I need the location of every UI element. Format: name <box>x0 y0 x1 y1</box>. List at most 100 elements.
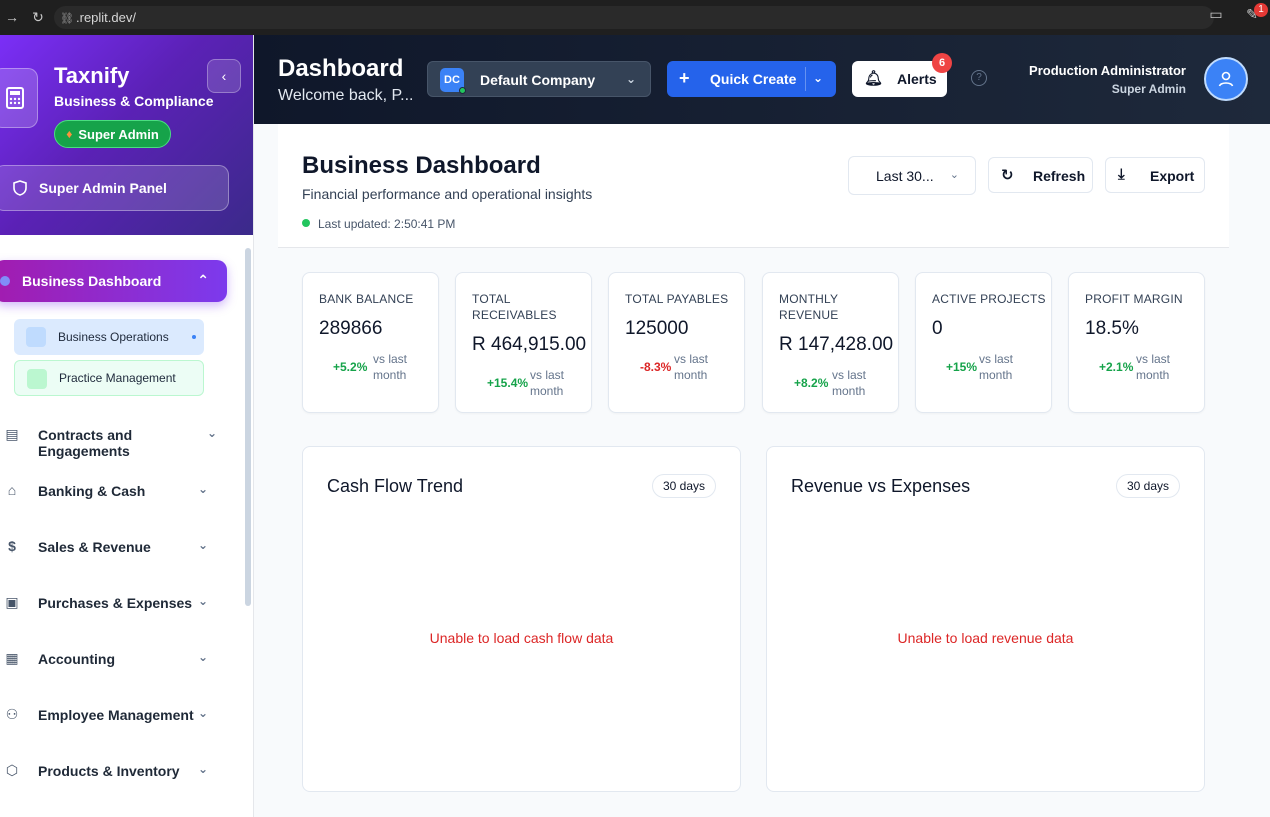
stat-change: -8.3% <box>640 360 672 374</box>
box-icon: ⬡ <box>5 762 19 778</box>
period-badge: 30 days <box>651 474 716 498</box>
sidebar-subitem-label: Business Operations <box>58 330 169 344</box>
sidebar-item-label: Employee Management <box>38 707 194 723</box>
date-range-select[interactable]: Last 30... ⌄ <box>848 156 976 195</box>
user-avatar[interactable] <box>1204 57 1248 101</box>
stat-value: 125000 <box>625 318 689 339</box>
collapse-sidebar-button[interactable]: ‹ <box>207 59 241 93</box>
online-status-dot <box>459 87 466 94</box>
quick-create-label: Quick Create <box>710 71 797 87</box>
stat-title: BANK BALANCE <box>319 292 414 306</box>
alerts-label: Alerts <box>897 71 937 87</box>
dashboard-title: Business Dashboard <box>302 152 541 179</box>
url-text: .replit.dev/ <box>76 10 136 25</box>
alerts-button[interactable]: 🔔︎ Alerts 6 <box>852 53 952 97</box>
sidebar-item-label: Products & Inventory <box>38 763 180 779</box>
stat-card-monthly-revenue[interactable]: MONTHLY REVENUE R 147,428.00 +8.2% vs la… <box>762 272 899 413</box>
stat-title: TOTAL PAYABLES <box>625 292 729 306</box>
chevron-up-icon: ⌃ <box>197 272 209 288</box>
cast-icon[interactable]: ▭ <box>1204 6 1228 23</box>
brand-tagline: Business & Compliance <box>54 93 214 109</box>
stat-change: +8.2% <box>794 376 829 390</box>
address-bar[interactable]: ⛓ .replit.dev/ <box>54 6 1214 29</box>
sidebar-subitem-practice-management[interactable]: Practice Management <box>14 360 204 396</box>
sidebar-item-employees[interactable]: ⚇ Employee Management ⌄ <box>0 695 225 735</box>
sidebar-header: Taxnify Business & Compliance ‹ ♦ Super … <box>0 35 253 235</box>
chevron-down-icon[interactable]: ⌄ <box>813 71 823 85</box>
help-icon[interactable]: ? <box>971 70 987 86</box>
cash-flow-panel: Cash Flow Trend 30 days Unable to load c… <box>302 446 741 792</box>
sidebar-item-accounting[interactable]: ▦ Accounting ⌄ <box>0 639 225 679</box>
dashboard-dot-icon <box>0 276 10 286</box>
stat-card-total-payables[interactable]: TOTAL PAYABLES 125000 -8.3% vs last mont… <box>608 272 745 413</box>
sidebar-item-banking[interactable]: ⌂ Banking & Cash ⌄ <box>0 471 225 511</box>
super-admin-panel-button[interactable]: Super Admin Panel <box>0 165 229 211</box>
stat-compare: vs last month <box>979 352 1014 382</box>
site-info-icon[interactable]: ⛓ <box>60 12 74 25</box>
sidebar-item-label: Banking & Cash <box>38 483 146 499</box>
status-dot <box>302 219 310 227</box>
stat-card-bank-balance[interactable]: BANK BALANCE 289866 +5.2% vs last month <box>302 272 439 413</box>
revenue-expenses-panel: Revenue vs Expenses 30 days Unable to lo… <box>766 446 1205 792</box>
welcome-text: Welcome back, P... <box>278 87 414 104</box>
refresh-icon: ↻ <box>1001 167 1014 184</box>
chevron-down-icon: ⌄ <box>198 482 209 496</box>
brand-name: Taxnify <box>54 63 130 88</box>
sidebar-item-sales[interactable]: $ Sales & Revenue ⌄ <box>0 527 225 567</box>
sidebar-scrollbar[interactable] <box>245 248 251 606</box>
chevron-down-icon: ⌄ <box>198 594 209 608</box>
stat-card-total-receivables[interactable]: TOTAL RECEIVABLES R 464,915.00 +15.4% vs… <box>455 272 592 413</box>
sidebar-item-products[interactable]: ⬡ Products & Inventory ⌄ <box>0 751 225 791</box>
last-updated: Last updated: 2:50:41 PM <box>318 217 456 231</box>
role-badge-label: Super Admin <box>78 126 159 142</box>
chevron-left-icon: ‹ <box>221 68 227 84</box>
stat-card-active-projects[interactable]: ACTIVE PROJECTS 0 +15% vs last month <box>915 272 1052 413</box>
receipt-icon: ▣ <box>5 594 19 610</box>
reload-icon[interactable]: ↻ <box>26 9 50 26</box>
error-message: Unable to load revenue data <box>897 630 1074 646</box>
stat-change: +5.2% <box>333 360 368 374</box>
document-icon: ▤ <box>5 426 19 442</box>
chevron-down-icon: ⌄ <box>198 650 209 664</box>
sidebar-item-label: Contracts and Engagements <box>38 427 133 459</box>
sidebar-item-label: Sales & Revenue <box>38 539 151 555</box>
shield-icon <box>13 180 27 196</box>
stat-compare: vs last month <box>1136 352 1171 382</box>
user-role: Super Admin <box>1111 82 1186 96</box>
practice-management-icon <box>27 369 47 389</box>
chevron-down-icon: ⌄ <box>207 426 218 440</box>
sidebar-subitem-label: Practice Management <box>59 371 176 385</box>
flame-icon: ♦ <box>66 127 73 141</box>
stat-change: +2.1% <box>1099 360 1134 374</box>
chevron-down-icon: ⌄ <box>949 169 959 181</box>
error-message: Unable to load cash flow data <box>429 630 614 646</box>
sidebar-subitem-business-operations[interactable]: Business Operations <box>14 319 204 355</box>
chevron-down-icon: ⌄ <box>625 72 636 86</box>
role-badge: ♦ Super Admin <box>54 120 171 148</box>
refresh-button[interactable]: ↻ Refresh <box>988 157 1093 193</box>
sidebar-item-contracts[interactable]: ▤ Contracts and Engagements ⌄ <box>0 415 225 459</box>
stat-title: MONTHLY REVENUE <box>779 292 839 322</box>
chevron-down-icon: ⌄ <box>198 538 209 552</box>
sidebar-item-label: Accounting <box>38 651 115 667</box>
stat-compare: vs last month <box>832 368 867 398</box>
export-button[interactable]: ⤓ Export <box>1105 157 1205 193</box>
stat-value: 0 <box>932 318 943 339</box>
forward-icon[interactable]: → <box>0 9 24 25</box>
company-selector[interactable]: DC Default Company ⌄ <box>427 61 651 97</box>
stat-title: ACTIVE PROJECTS <box>932 292 1046 306</box>
super-admin-panel-label: Super Admin Panel <box>39 180 167 196</box>
quick-create-button[interactable]: + Quick Create ⌄ <box>667 61 836 97</box>
dashboard-subtitle: Financial performance and operational in… <box>302 186 593 202</box>
alerts-count-badge: 6 <box>932 53 952 73</box>
stat-change: +15% <box>946 360 978 374</box>
stat-card-profit-margin[interactable]: PROFIT MARGIN 18.5% +2.1% vs last month <box>1068 272 1205 413</box>
business-operations-icon <box>26 327 46 347</box>
sidebar-item-purchases[interactable]: ▣ Purchases & Expenses ⌄ <box>0 583 225 623</box>
browser-toolbar: → ↻ ⛓ .replit.dev/ ▭ ✎ 1 <box>0 0 1270 35</box>
page-title: Dashboard <box>278 55 404 82</box>
sidebar-item-label: Business Dashboard <box>22 273 162 289</box>
sidebar-item-business-dashboard[interactable]: Business Dashboard ⌃ <box>0 260 227 302</box>
stat-compare: vs last month <box>373 352 408 382</box>
dashboard-header: Business Dashboard Financial performance… <box>278 124 1229 248</box>
